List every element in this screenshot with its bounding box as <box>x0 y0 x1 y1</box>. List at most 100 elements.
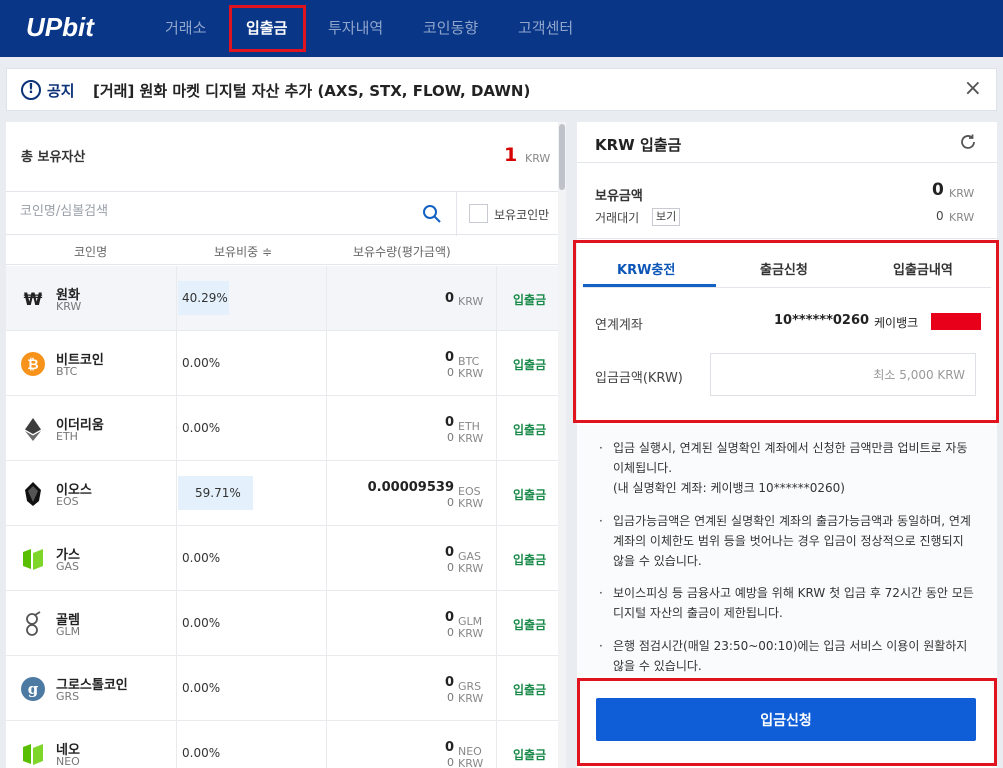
cell-divider <box>326 591 327 655</box>
close-icon[interactable]: × <box>964 76 982 101</box>
holding-ratio: 0.00% <box>182 746 221 760</box>
krw-value: 0 <box>447 626 454 639</box>
note-bullet: · <box>599 514 603 528</box>
cell-divider <box>496 266 497 330</box>
note-item: · 은행 점검시간(매일 23:50~00:10)에는 입금 서비스 이용이 원… <box>599 636 975 676</box>
table-header: 코인명 보유비중 ≑ 보유수량(평가금액) <box>6 236 558 265</box>
cell-divider <box>176 396 177 460</box>
holding-quantity: 0 <box>444 291 454 306</box>
refresh-icon[interactable] <box>959 133 977 151</box>
table-row[interactable]: 골렘 GLM 0.00% 0 GLM 0 KRW 입출금 <box>6 591 558 656</box>
krw-unit: KRW <box>458 562 484 575</box>
owned-only-label[interactable]: 보유코인만 <box>494 206 549 223</box>
owned-only-checkbox[interactable] <box>469 204 488 223</box>
col-holding-quantity[interactable]: 보유수량(평가금액) <box>353 243 451 260</box>
total-assets-value: 1 <box>504 144 518 166</box>
holding-ratio: 59.71% <box>195 486 241 500</box>
holding-ratio: 40.29% <box>182 291 228 305</box>
balance-value: 0 <box>932 180 944 200</box>
krw-unit: KRW <box>458 367 484 380</box>
coin-search-input[interactable] <box>20 204 400 219</box>
search-icon[interactable] <box>422 204 442 224</box>
coin-symbol: GRS <box>56 690 80 703</box>
search-row: 보유코인만 <box>6 191 558 236</box>
deposit-withdraw-link[interactable]: 입출금 <box>513 746 546 763</box>
svg-text:g: g <box>28 680 39 698</box>
cell-divider <box>176 331 177 395</box>
cell-divider <box>326 331 327 395</box>
pending-label: 거래대기 <box>595 211 640 225</box>
total-assets-label: 총 보유자산 <box>21 150 86 165</box>
cell-divider <box>176 656 177 720</box>
deposit-withdraw-link[interactable]: 입출금 <box>513 486 546 503</box>
krw-value: 0 <box>447 496 454 509</box>
top-header: UPbit 거래소 입출금 투자내역 코인동향 고객센터 <box>0 0 1003 57</box>
krw-value: 0 <box>447 431 454 444</box>
nav-highlight-box <box>229 5 306 52</box>
notice-label: 공지 <box>47 82 75 100</box>
bitcoin-icon: ₿ <box>20 351 46 377</box>
col-coin-name[interactable]: 코인명 <box>74 243 107 260</box>
cell-divider <box>326 526 327 590</box>
krw-value: 0 <box>447 756 454 768</box>
krw-value: 0 <box>447 691 454 704</box>
nav-investments[interactable]: 투자내역 <box>328 17 383 38</box>
deposit-withdraw-link[interactable]: 입출금 <box>513 356 546 373</box>
upbit-logo[interactable]: UPbit <box>26 12 94 43</box>
cell-divider <box>496 591 497 655</box>
holding-ratio: 0.00% <box>182 616 221 630</box>
nav-coin-trends[interactable]: 코인동향 <box>423 17 478 38</box>
deposit-withdraw-link[interactable]: 입출금 <box>513 681 546 698</box>
deposit-withdraw-link[interactable]: 입출금 <box>513 551 546 568</box>
golem-icon <box>20 611 46 637</box>
scrollbar-thumb[interactable] <box>559 124 565 190</box>
nav-customer-center[interactable]: 고객센터 <box>518 17 573 38</box>
krw-value: 0 <box>447 561 454 574</box>
cell-divider <box>326 396 327 460</box>
deposit-withdraw-link[interactable]: 입출금 <box>513 421 546 438</box>
eos-icon <box>20 481 46 507</box>
ethereum-icon <box>20 416 46 442</box>
cell-divider <box>326 656 327 720</box>
table-row[interactable]: 네오 NEO 0.00% 0 NEO 0 KRW 입출금 <box>6 721 558 768</box>
table-row[interactable]: g 그로스톨코인 GRS 0.00% 0 GRS 0 KRW 입출금 <box>6 656 558 721</box>
cell-divider <box>496 396 497 460</box>
panel-title: KRW 입출금 <box>595 136 682 154</box>
gas-icon <box>20 546 46 572</box>
search-divider <box>456 192 457 236</box>
table-row[interactable]: 이더리움 ETH 0.00% 0 ETH 0 KRW 입출금 <box>6 396 558 461</box>
balance-label: 보유금액 <box>595 189 643 204</box>
info-icon: ! <box>21 80 41 100</box>
holding-quantity: 0 <box>444 415 454 430</box>
holding-quantity: 0 <box>444 740 454 755</box>
won-icon: ₩ <box>20 286 46 312</box>
table-row[interactable]: 가스 GAS 0.00% 0 GAS 0 KRW 입출금 <box>6 526 558 591</box>
coin-symbol: GLM <box>56 625 81 638</box>
notice-text[interactable]: [거래] 원화 마켓 디지털 자산 추가 (AXS, STX, FLOW, DA… <box>93 80 530 101</box>
table-row[interactable]: ₿ 비트코인 BTC 0.00% 0 BTC 0 KRW 입출금 <box>6 331 558 396</box>
cell-divider <box>326 721 327 768</box>
col-holding-ratio[interactable]: 보유비중 ≑ <box>214 243 272 260</box>
deposit-withdraw-link[interactable]: 입출금 <box>513 291 546 308</box>
cell-divider <box>176 526 177 590</box>
total-assets-unit: KRW <box>525 152 551 165</box>
note-text: 보이스피싱 등 금융사고 예방을 위해 KRW 첫 입금 후 72시간 동안 모… <box>613 586 974 620</box>
nav-exchange[interactable]: 거래소 <box>165 17 206 38</box>
cell-divider <box>326 266 327 330</box>
assets-scrollbar[interactable] <box>558 122 566 768</box>
tab-form-highlight-box <box>573 240 999 423</box>
cell-divider <box>496 526 497 590</box>
cell-divider <box>496 721 497 768</box>
table-row[interactable]: ₩ 원화 KRW 40.29% 0 KRW 입출금 <box>6 266 558 331</box>
cell-divider <box>176 591 177 655</box>
view-pending-button[interactable]: 보기 <box>652 208 681 226</box>
quantity-unit: KRW <box>458 295 484 308</box>
table-row[interactable]: 이오스 EOS 59.71% 0.00009539 EOS 0 KRW 입출금 <box>6 461 558 526</box>
note-text: 은행 점검시간(매일 23:50~00:10)에는 입금 서비스 이용이 원활하… <box>613 639 968 673</box>
deposit-withdraw-link[interactable]: 입출금 <box>513 616 546 633</box>
holding-ratio: 0.00% <box>182 681 221 695</box>
krw-unit: KRW <box>458 432 484 445</box>
coin-symbol: EOS <box>56 495 79 508</box>
krw-value: 0 <box>447 366 454 379</box>
svg-text:₩: ₩ <box>24 290 43 310</box>
